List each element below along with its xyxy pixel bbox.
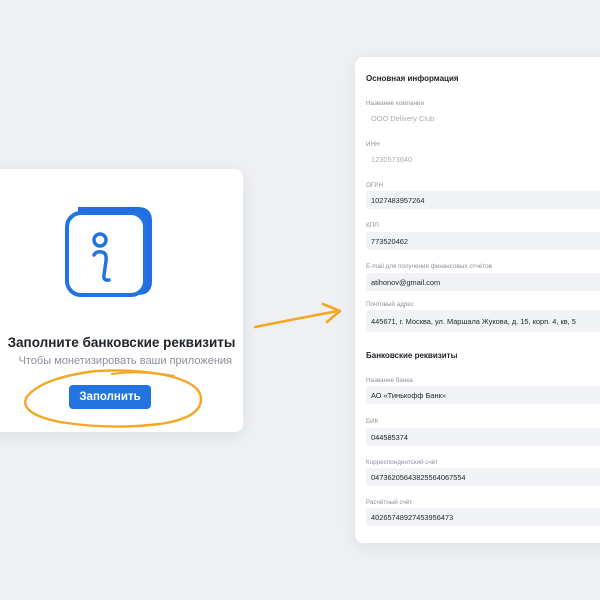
- settlement-account-field[interactable]: 40265748927453956473: [366, 508, 600, 526]
- email-field[interactable]: atihonov@gmail.com: [366, 273, 600, 291]
- bank-name-field[interactable]: АО «Тинькофф Банк»: [366, 386, 600, 404]
- address-field[interactable]: 445671, г. Москва, ул. Маршала Жукова, д…: [366, 310, 600, 332]
- fill-button[interactable]: Заполнить: [69, 385, 151, 409]
- company-name-field: ООО Delivery Club: [371, 113, 435, 123]
- ogrn-label: ОГРН: [366, 182, 384, 189]
- ogrn-field[interactable]: 1027483957264: [366, 191, 600, 209]
- section-title-main: Основная информация: [366, 74, 459, 83]
- email-label: E-mail для получения финансовых отчётов: [366, 263, 492, 270]
- corr-account-label: Корреспондентский счёт: [366, 459, 439, 466]
- corr-account-field[interactable]: 04736205643825564067554: [366, 468, 600, 486]
- inn-field: 1230573640: [371, 154, 413, 164]
- kpp-label: КПП: [366, 222, 379, 229]
- bik-field[interactable]: 044585374: [366, 428, 600, 446]
- address-label: Почтовый адрес: [366, 301, 414, 308]
- section-title-bank: Банковские реквизиты: [366, 351, 458, 360]
- info-icon: [65, 207, 152, 297]
- kpp-field[interactable]: 773520462: [366, 232, 600, 250]
- settlement-account-label: Расчётный счёт: [366, 499, 413, 506]
- bank-name-label: Название банка: [366, 377, 413, 384]
- bik-label: БИК: [366, 418, 379, 425]
- company-name-label: Название компании: [366, 100, 424, 107]
- card-title: Заполните банковские реквизиты: [7, 335, 236, 350]
- inn-label: ИНН: [366, 141, 380, 148]
- card-subtitle: Чтобы монетизировать ваши приложения: [18, 355, 232, 367]
